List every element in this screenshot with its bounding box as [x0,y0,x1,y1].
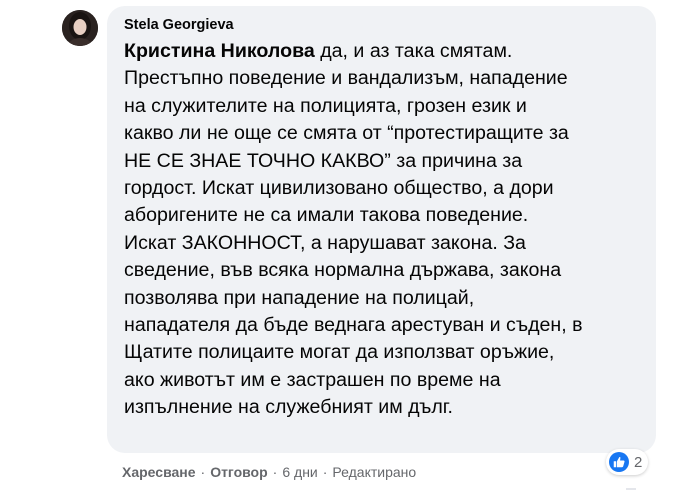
reaction-count: 2 [634,453,643,471]
comment-bubble: Stela Georgieva Кристина Николова да, и … [107,6,656,453]
avatar[interactable] [62,10,98,46]
reactions-badge[interactable]: 2 [606,449,649,475]
mention-link[interactable]: Кристина Николова [124,40,315,62]
reply-button[interactable]: Отговор [210,464,267,480]
like-icon [609,452,629,472]
like-button[interactable]: Харесване [122,464,196,480]
separator: · [322,464,328,480]
separator: · [200,464,206,480]
edited-label[interactable]: Редактирано [332,464,416,480]
comment-author[interactable]: Stela Georgieva [124,16,234,34]
timestamp[interactable]: 6 дни [282,464,317,480]
thread-line [626,488,636,494]
comment-text: Кристина Николова да, и аз така смятам. … [124,38,644,422]
separator: · [272,464,278,480]
comment-actions: Харесване · Отговор · 6 дни · Редактиран… [122,464,416,480]
comment-body: да, и аз така смятам. Престъпно поведени… [124,40,583,419]
